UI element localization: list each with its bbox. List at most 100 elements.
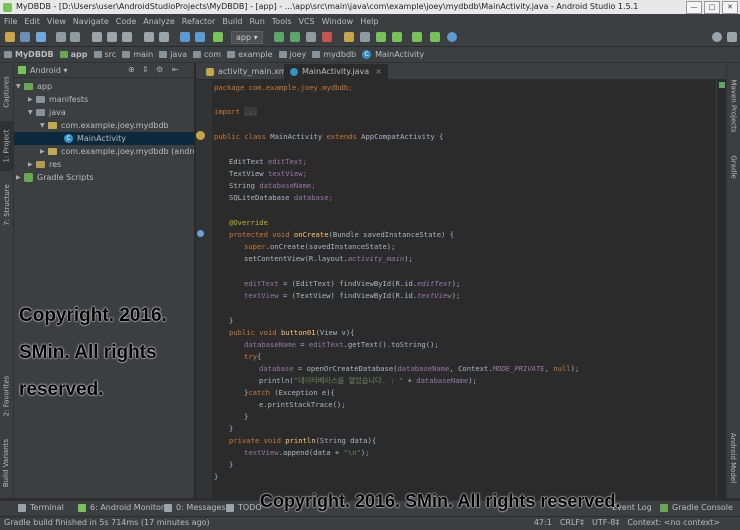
tab-gradle[interactable]: Gradle — [727, 147, 740, 187]
code-editor[interactable]: package com.example.joey.mydbdb; import … — [214, 80, 714, 498]
avd-manager-icon[interactable] — [344, 32, 354, 42]
tree-item-res[interactable]: ▶ res — [28, 158, 61, 171]
menu-refactor[interactable]: Refactor — [182, 17, 216, 26]
help-icon[interactable] — [447, 32, 457, 42]
gear-icon[interactable]: ⚙ — [156, 65, 163, 74]
menu-window[interactable]: Window — [322, 17, 354, 26]
android-icon[interactable] — [412, 32, 422, 42]
code-line: public class MainActivity extends AppCom… — [214, 132, 444, 141]
tab-android-model[interactable]: Android Model — [727, 423, 740, 493]
tab-maven-projects[interactable]: Maven Projects — [727, 71, 740, 141]
maximize-button[interactable]: □ — [704, 1, 720, 14]
tab-android-monitor[interactable]: 6: Android Monitor — [78, 503, 164, 512]
cut-icon[interactable] — [92, 32, 102, 42]
debug-icon[interactable] — [290, 32, 300, 42]
sync-icon[interactable] — [36, 32, 46, 42]
tab-todo[interactable]: TODO — [226, 503, 262, 512]
chevron-down-icon: ▼ — [28, 109, 33, 116]
tab-favorites[interactable]: 2: Favorites — [0, 368, 13, 424]
menu-code[interactable]: Code — [116, 17, 136, 26]
menu-tools[interactable]: Tools — [272, 17, 292, 26]
context-indicator[interactable]: Context: <no context> — [627, 518, 720, 527]
breadcrumb-item[interactable]: app — [59, 50, 88, 59]
chevron-right-icon: ▶ — [16, 174, 21, 181]
find-icon[interactable] — [144, 32, 154, 42]
android-icon[interactable] — [430, 32, 440, 42]
menu-file[interactable]: File — [4, 17, 17, 26]
code-line: @Override — [229, 218, 268, 227]
breadcrumb-item[interactable]: C MainActivity — [362, 50, 424, 59]
breadcrumb-item[interactable]: com — [192, 50, 221, 59]
tab-captures[interactable]: Captures — [0, 67, 13, 117]
tree-item-manifests[interactable]: ▶ manifests — [28, 93, 88, 106]
breadcrumb-item[interactable]: joey — [278, 50, 306, 59]
hide-icon[interactable]: ⇤ — [172, 65, 179, 74]
run-icon[interactable] — [274, 32, 284, 42]
open-icon[interactable] — [5, 32, 15, 42]
project-structure-icon[interactable] — [360, 32, 370, 42]
menu-analyze[interactable]: Analyze — [143, 17, 175, 26]
tree-item-package[interactable]: ▼ com.example.joey.mydbdb — [40, 119, 169, 132]
file-encoding[interactable]: UTF-8‡ — [592, 518, 619, 527]
forward-icon[interactable] — [195, 32, 205, 42]
sdk-manager-icon[interactable] — [376, 32, 386, 42]
tab-project[interactable]: 1: Project — [0, 121, 13, 171]
search-icon[interactable] — [712, 32, 722, 42]
copyright-watermark: Copyright. 2016. SMin. All rights reserv… — [19, 305, 167, 400]
breadcrumb: MyDBDB app src main java com example joe… — [0, 47, 740, 63]
tab-terminal[interactable]: Terminal — [18, 503, 64, 512]
menu-build[interactable]: Build — [222, 17, 242, 26]
menu-vcs[interactable]: VCS — [299, 17, 315, 26]
project-view-select[interactable]: Android ▾ — [30, 66, 68, 75]
menu-run[interactable]: Run — [249, 17, 264, 26]
undo-icon[interactable] — [56, 32, 66, 42]
back-icon[interactable] — [180, 32, 190, 42]
collapse-icon[interactable]: ⇕ — [142, 65, 149, 74]
breadcrumb-item[interactable]: src — [93, 50, 116, 59]
layout-icon[interactable] — [727, 32, 737, 42]
close-tab-icon[interactable]: × — [375, 67, 382, 76]
run-configuration-select[interactable]: app ▾ — [231, 31, 263, 44]
tree-item-java[interactable]: ▼ java — [28, 106, 66, 119]
tree-item-app[interactable]: ▼ app — [16, 80, 52, 93]
folder-icon — [36, 96, 45, 103]
menu-view[interactable]: View — [47, 17, 66, 26]
sync-scroll-icon[interactable]: ⊕ — [128, 65, 135, 74]
menu-bar: File Edit View Navigate Code Analyze Ref… — [0, 14, 740, 28]
breadcrumb-item[interactable]: example — [227, 50, 273, 59]
minimize-button[interactable]: — — [686, 1, 702, 14]
android-icon — [78, 503, 86, 512]
tab-structure[interactable]: 7: Structure — [0, 175, 13, 235]
tab-messages[interactable]: 0: Messages — [164, 503, 226, 512]
android-device-monitor-icon[interactable] — [392, 32, 402, 42]
breadcrumb-item[interactable]: MyDBDB — [4, 50, 54, 59]
replace-icon[interactable] — [159, 32, 169, 42]
make-project-icon[interactable] — [213, 32, 223, 42]
stop-icon[interactable] — [322, 32, 332, 42]
copy-icon[interactable] — [107, 32, 117, 42]
tab-gradle-console[interactable]: Gradle Console — [660, 503, 733, 512]
menu-help[interactable]: Help — [360, 17, 378, 26]
caret-position[interactable]: 47:1 — [534, 518, 552, 527]
menu-navigate[interactable]: Navigate — [73, 17, 109, 26]
project-panel: Android ▾ ⊕ ⇕ ⚙ ⇤ ▼ app ▶ manifests ▼ java … — [14, 63, 195, 498]
attach-debugger-icon[interactable] — [306, 32, 316, 42]
override-marker-icon[interactable] — [197, 230, 204, 237]
line-separator[interactable]: CRLF‡ — [560, 518, 584, 527]
gradle-icon — [660, 503, 668, 512]
tree-item-package-androidtest[interactable]: ▶ com.example.joey.mydbdb (android — [40, 145, 194, 158]
status-message[interactable]: Gradle build finished in 5s 714ms (17 mi… — [4, 518, 210, 527]
save-icon[interactable] — [20, 32, 30, 42]
breadcrumb-item[interactable]: java — [159, 50, 187, 59]
tree-item-gradle-scripts[interactable]: ▶ Gradle Scripts — [16, 171, 94, 184]
paste-icon[interactable] — [122, 32, 132, 42]
code-line: } — [244, 412, 249, 421]
tab-mainactivity-java[interactable]: MainActivity.java × — [284, 64, 388, 79]
breadcrumb-item[interactable]: mydbdb — [312, 50, 356, 59]
tree-item-mainactivity[interactable]: C MainActivity — [14, 132, 194, 145]
close-button[interactable]: ✕ — [722, 1, 738, 14]
redo-icon[interactable] — [70, 32, 80, 42]
breadcrumb-item[interactable]: main — [122, 50, 153, 59]
tab-build-variants[interactable]: Build Variants — [0, 433, 13, 493]
menu-edit[interactable]: Edit — [24, 17, 40, 26]
